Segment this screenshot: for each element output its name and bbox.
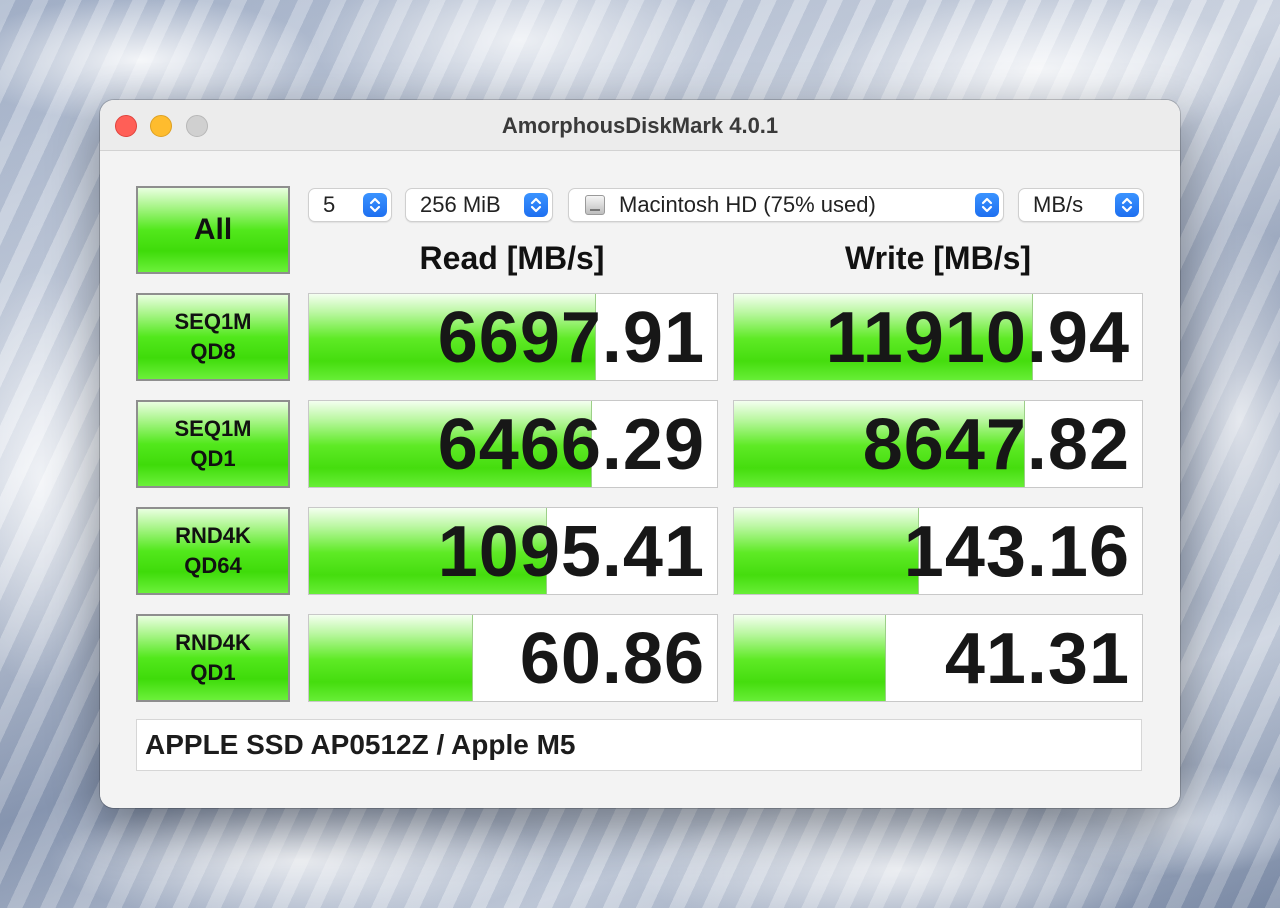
write-value: 11910.94 — [825, 298, 1130, 378]
write-result-seq1m-qd8: 11910.94 — [733, 293, 1143, 381]
write-bar — [734, 615, 886, 701]
write-value: 8647.82 — [862, 405, 1130, 485]
test-button-rnd4k-qd64[interactable]: RND4K QD64 — [136, 507, 290, 595]
write-bar — [734, 508, 919, 594]
target-disk-select[interactable]: Macintosh HD (75% used) — [568, 188, 1004, 222]
test-button-seq1m-qd8[interactable]: SEQ1M QD8 — [136, 293, 290, 381]
test-label: SEQ1M QD8 — [174, 309, 252, 364]
write-value: 143.16 — [903, 512, 1130, 592]
app-window: AmorphousDiskMark 4.0.1 All 5 256 MiB Ma… — [100, 100, 1180, 808]
device-info-field[interactable]: APPLE SSD AP0512Z / Apple M5 — [136, 719, 1142, 771]
read-result-seq1m-qd1: 6466.29 — [308, 400, 718, 488]
write-column-header: Write [MB/s] — [844, 240, 1032, 276]
read-result-rnd4k-qd1: 60.86 — [308, 614, 718, 702]
read-value: 6466.29 — [437, 405, 705, 485]
read-result-rnd4k-qd64: 1095.41 — [308, 507, 718, 595]
chevron-updown-icon — [363, 193, 387, 217]
read-bar — [309, 615, 474, 701]
read-value: 6697.91 — [437, 298, 705, 378]
write-result-rnd4k-qd64: 143.16 — [733, 507, 1143, 595]
target-disk-value: Macintosh HD (75% used) — [619, 192, 876, 217]
chevron-updown-icon — [975, 193, 999, 217]
unit-value: MB/s — [1033, 192, 1084, 217]
test-label: RND4K QD1 — [175, 630, 251, 685]
write-value: 41.31 — [944, 619, 1130, 699]
chevron-updown-icon — [1115, 193, 1139, 217]
read-value: 1095.41 — [437, 512, 705, 592]
window-title: AmorphousDiskMark 4.0.1 — [501, 113, 779, 138]
chevron-updown-icon — [524, 193, 548, 217]
read-column-header: Read [MB/s] — [419, 240, 605, 276]
title-bar[interactable]: AmorphousDiskMark 4.0.1 — [100, 100, 1180, 151]
run-all-label: All — [193, 213, 233, 246]
test-button-seq1m-qd1[interactable]: SEQ1M QD1 — [136, 400, 290, 488]
test-size-select[interactable]: 256 MiB — [405, 188, 553, 222]
hard-disk-icon — [585, 195, 605, 215]
main-content: All 5 256 MiB Macintosh HD (75% used) MB… — [100, 151, 1180, 808]
run-all-button[interactable]: All — [136, 186, 290, 274]
read-result-seq1m-qd8: 6697.91 — [308, 293, 718, 381]
test-count-select[interactable]: 5 — [308, 188, 392, 222]
write-result-rnd4k-qd1: 41.31 — [733, 614, 1143, 702]
test-label: SEQ1M QD1 — [174, 416, 252, 471]
write-result-seq1m-qd1: 8647.82 — [733, 400, 1143, 488]
test-label: RND4K QD64 — [175, 523, 251, 578]
test-count-value: 5 — [323, 192, 336, 217]
read-value: 60.86 — [519, 619, 705, 699]
unit-select[interactable]: MB/s — [1018, 188, 1144, 222]
test-button-rnd4k-qd1[interactable]: RND4K QD1 — [136, 614, 290, 702]
test-size-value: 256 MiB — [420, 192, 501, 217]
